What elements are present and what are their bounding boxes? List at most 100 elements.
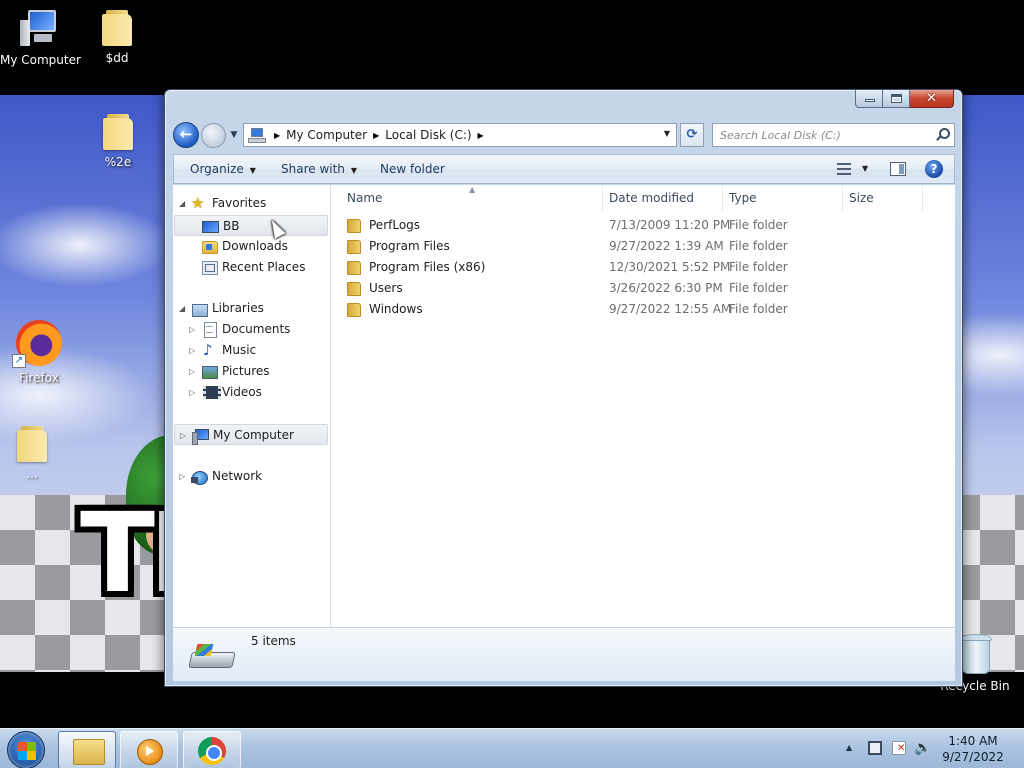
recent-pages-dropdown[interactable]: ▼ [228, 128, 240, 142]
tree-label: Music [222, 343, 257, 357]
collapse-arrow-icon[interactable]: ▷ [189, 340, 195, 361]
local-disk-icon [190, 642, 234, 672]
file-name: Windows [369, 302, 423, 316]
expand-arrow-icon[interactable]: ◢ [179, 298, 185, 319]
search-input[interactable] [713, 124, 923, 146]
share-with-menu[interactable]: Share with ▼ [281, 155, 357, 183]
close-button[interactable]: ✕ [910, 90, 954, 108]
collapse-arrow-icon[interactable]: ▷ [180, 425, 186, 446]
search-box[interactable] [712, 123, 955, 147]
documents-icon [201, 322, 217, 338]
breadcrumb-separator-icon[interactable]: ▶ [373, 131, 379, 140]
folder-icon [103, 112, 133, 150]
chevron-down-icon: ▼ [350, 166, 358, 175]
tree-item-bb[interactable]: BB [174, 215, 328, 236]
forward-button[interactable] [201, 123, 226, 148]
folder-icon [346, 260, 361, 275]
preview-pane-icon[interactable] [890, 162, 906, 176]
column-header-type[interactable]: Type [723, 185, 843, 211]
taskbar-media-player-button[interactable] [120, 731, 178, 768]
folder-icon [346, 281, 361, 296]
search-icon[interactable] [935, 128, 950, 142]
desktop-icon-firefox[interactable]: ↗ Firefox [0, 320, 79, 385]
file-list-pane: Name ▲ Date modified Type Size PerfLogs … [331, 185, 955, 627]
tree-label: Recent Places [222, 260, 306, 274]
column-header-label: Name [347, 191, 383, 205]
help-icon[interactable]: ? [925, 160, 943, 178]
navigation-bar: ← ▼ ▶ My Computer ▶ Local Disk (C:) ▶ ▼ … [173, 121, 955, 149]
action-center-icon[interactable] [892, 741, 906, 755]
taskbar-chrome-button[interactable] [183, 731, 241, 768]
breadcrumb-separator-icon[interactable]: ▶ [274, 131, 280, 140]
network-status-icon[interactable] [868, 741, 882, 755]
file-row[interactable]: Users 3/26/2022 6:30 PM File folder [335, 278, 935, 299]
file-row[interactable]: Windows 9/27/2022 12:55 AM File folder [335, 299, 935, 320]
file-name: Program Files [369, 239, 450, 253]
collapse-arrow-icon[interactable]: ▷ [189, 382, 195, 403]
column-header-name[interactable]: Name ▲ [341, 185, 603, 211]
breadcrumb-separator-icon[interactable]: ▶ [478, 131, 484, 140]
file-row[interactable]: PerfLogs 7/13/2009 11:20 PM File folder [335, 215, 935, 236]
address-bar[interactable]: ▶ My Computer ▶ Local Disk (C:) ▶ ▼ [243, 123, 677, 147]
star-icon: ★ [191, 194, 205, 212]
volume-icon[interactable]: 🔈 [914, 740, 931, 756]
desktop-icon-dots-folder[interactable]: ... [0, 424, 72, 481]
file-date-modified: 9/27/2022 12:55 AM [609, 302, 732, 316]
item-count: 5 items [251, 634, 296, 648]
tree-item-music[interactable]: ▷ ♪ Music [173, 340, 323, 361]
collapse-arrow-icon[interactable]: ▷ [179, 466, 185, 487]
column-header-size[interactable]: Size [843, 185, 923, 211]
tree-item-recent-places[interactable]: Recent Places [173, 257, 323, 278]
maximize-button[interactable] [883, 90, 910, 108]
monitor-icon [202, 219, 219, 234]
organize-menu[interactable]: Organize ▼ [190, 155, 256, 183]
breadcrumb-local-disk[interactable]: Local Disk (C:) [385, 128, 471, 142]
libraries-icon [191, 301, 208, 317]
back-button[interactable]: ← [173, 122, 199, 148]
collapse-arrow-icon[interactable]: ▷ [189, 319, 195, 340]
tree-label: Downloads [222, 239, 288, 253]
tree-item-pictures[interactable]: ▷ Pictures [173, 361, 323, 382]
minimize-button[interactable] [855, 90, 883, 108]
file-row[interactable]: Program Files (x86) 12/30/2021 5:52 PM F… [335, 257, 935, 278]
tree-my-computer[interactable]: ▷ My Computer [174, 424, 328, 445]
tree-favorites[interactable]: ◢ ★ Favorites [173, 193, 323, 214]
refresh-button[interactable]: ⟳ [680, 123, 704, 147]
computer-icon [246, 124, 268, 146]
collapse-arrow-icon[interactable]: ▷ [189, 361, 195, 382]
desktop-icon-2e-folder[interactable]: %2e [78, 112, 158, 169]
start-button[interactable] [7, 731, 45, 768]
clock[interactable]: 1:40 AM 9/27/2022 [938, 733, 1008, 765]
desktop-icon-my-computer[interactable]: My Computer [0, 8, 81, 67]
chevron-down-icon[interactable]: ▼ [862, 155, 868, 183]
tree-item-documents[interactable]: ▷ Documents [173, 319, 323, 340]
tree-label: My Computer [213, 428, 294, 442]
expand-arrow-icon[interactable]: ◢ [179, 193, 185, 214]
tree-item-downloads[interactable]: Downloads [173, 236, 323, 257]
shortcut-arrow-icon: ↗ [12, 354, 26, 368]
tree-item-videos[interactable]: ▷ Videos [173, 382, 323, 403]
tree-libraries[interactable]: ◢ Libraries [173, 298, 323, 319]
address-dropdown-icon[interactable]: ▼ [664, 129, 670, 138]
change-view-icon[interactable] [837, 163, 851, 175]
file-row[interactable]: Program Files 9/27/2022 1:39 AM File fol… [335, 236, 935, 257]
clock-time: 1:40 AM [948, 734, 998, 748]
taskbar-explorer-button[interactable] [58, 731, 116, 768]
pictures-icon [201, 364, 218, 379]
file-type: File folder [729, 239, 788, 253]
window-caption-buttons: ✕ [855, 90, 954, 108]
new-folder-button[interactable]: New folder [380, 155, 445, 183]
tree-label: Videos [222, 385, 262, 399]
tree-network[interactable]: ▷ Network [173, 466, 323, 487]
folder-icon [346, 239, 361, 254]
desktop-icon-dd-folder[interactable]: $dd [77, 8, 157, 65]
minimize-icon [865, 99, 875, 102]
file-name: PerfLogs [369, 218, 421, 232]
taskbar: ▲ 🔈 1:40 AM 9/27/2022 [0, 728, 1024, 768]
breadcrumb-my-computer[interactable]: My Computer [286, 128, 367, 142]
tree-label: Pictures [222, 364, 270, 378]
show-hidden-icons-button[interactable]: ▲ [846, 743, 852, 752]
tree-label: Libraries [212, 301, 264, 315]
column-header-date-modified[interactable]: Date modified [603, 185, 723, 211]
explorer-window: ✕ ← ▼ ▶ My Computer ▶ Local Disk (C:) ▶ … [164, 89, 963, 687]
